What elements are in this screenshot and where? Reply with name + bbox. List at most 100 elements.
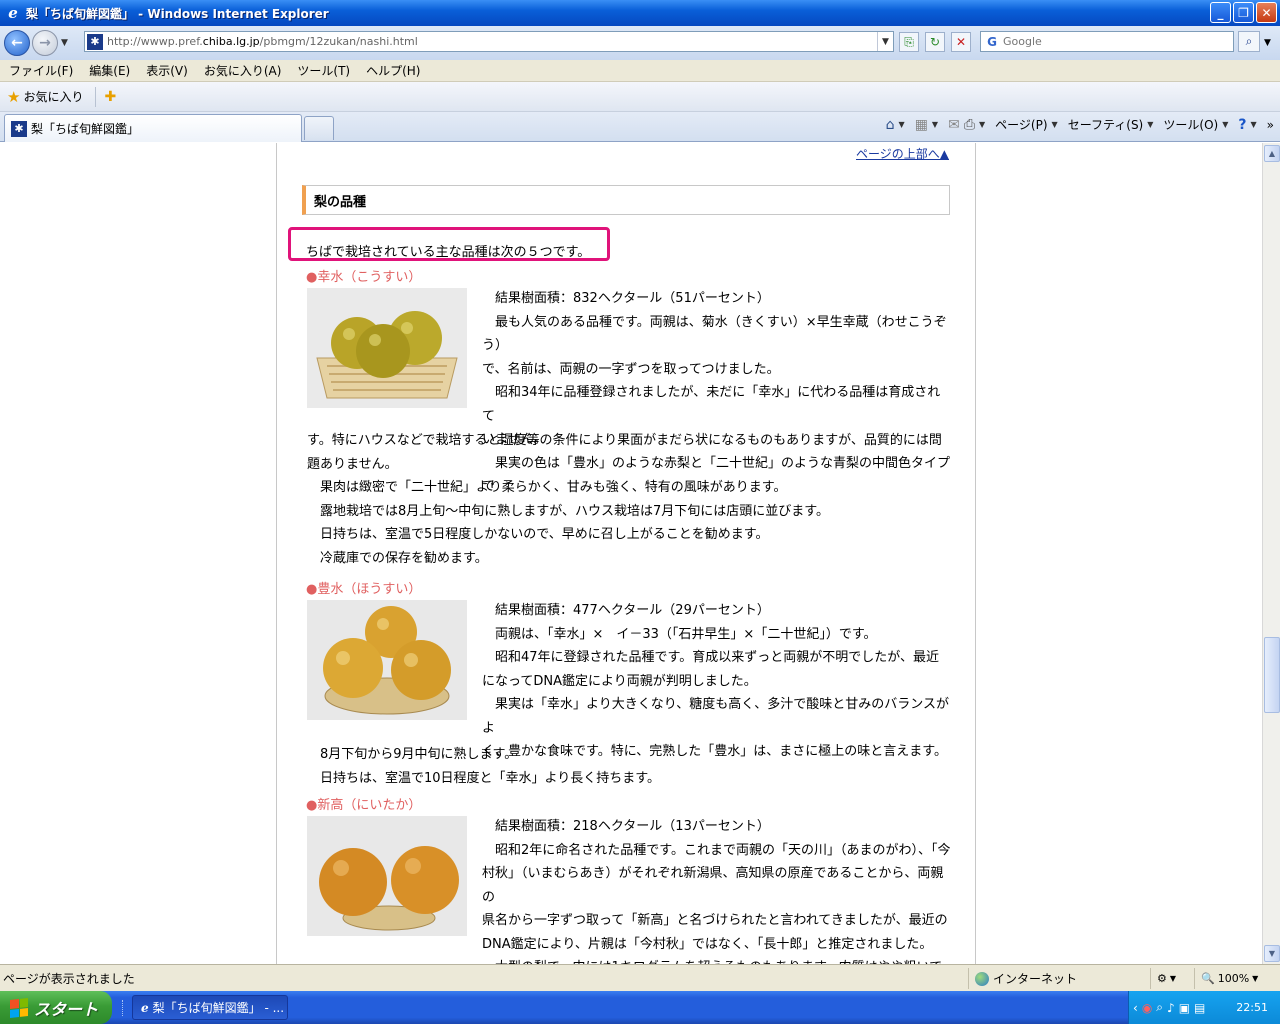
- title-bar: e 梨「ちば旬鮮図鑑」 - Windows Internet Explorer …: [0, 0, 1280, 26]
- mail-icon[interactable]: ✉: [948, 117, 960, 133]
- highlight-annotation: [288, 227, 610, 261]
- tab-nashi[interactable]: ✱ 梨「ちば旬鮮図鑑」: [4, 114, 302, 142]
- tray-display-icon[interactable]: ▤: [1194, 1001, 1205, 1015]
- menu-help[interactable]: ヘルプ(H): [366, 62, 420, 79]
- kousui-line-8: 題ありません。: [307, 456, 398, 472]
- variety-title-kousui: ●幸水（こうすい）: [306, 270, 422, 285]
- page-menu-button[interactable]: ページ(P): [995, 116, 1047, 133]
- back-button[interactable]: ←: [4, 30, 30, 56]
- minimize-button[interactable]: _: [1210, 2, 1231, 23]
- housui-line-2: 両親は、「幸水」× イ－33（「石井早生」×「二十世紀」）です。: [482, 626, 877, 642]
- site-favicon-icon: ✱: [87, 33, 103, 50]
- ie-task-icon: e: [141, 1000, 149, 1015]
- tray-volume-icon[interactable]: ♪: [1167, 1001, 1175, 1015]
- help-dropdown-icon[interactable]: ▼: [1251, 120, 1257, 129]
- safety-menu-dropdown-icon[interactable]: ▼: [1147, 120, 1153, 129]
- niitaka-line-1: 結果樹面積：218ヘクタール（13パーセント）: [482, 819, 770, 834]
- quick-launch-separator: [122, 1000, 124, 1016]
- protected-mode-dropdown-icon[interactable]: ▼: [1170, 974, 1176, 983]
- tools-menu-dropdown-icon[interactable]: ▼: [1222, 120, 1228, 129]
- url-text[interactable]: http://wwwp.pref.chiba.lg.jp/pbmgm/12zuk…: [107, 35, 877, 48]
- kousui-line-3: で、名前は、両親の一字ずつを取ってつけました。: [482, 361, 780, 377]
- search-input[interactable]: [1003, 35, 1223, 48]
- kousui-line-2: 最も人気のある品種です。両親は、菊水（きくすい）×早生幸蔵（わせこうぞう）: [482, 314, 947, 354]
- feeds-icon[interactable]: ▦: [915, 117, 928, 133]
- search-options-dropdown-icon[interactable]: ▼: [1264, 38, 1271, 48]
- kousui-line-9: 果肉は緻密で「二十世紀」より柔らかく、甘みも強く、特有の風味があります。: [307, 480, 787, 495]
- tray-network-icon[interactable]: ▣: [1179, 1001, 1190, 1015]
- kousui-line-4: 昭和34年に品種登録されましたが、未だに「幸水」に代わる品種は育成されて: [482, 385, 941, 424]
- kousui-line-12: 冷蔵庫での保存を勧めます。: [307, 550, 488, 566]
- kousui-line-1: 結果樹面積：832ヘクタール（51パーセント）: [482, 291, 770, 306]
- tray-expand-icon[interactable]: ‹: [1133, 1001, 1138, 1015]
- niitaka-line-6: 大型の梨で、中には1キログラムを超えるものもあります。肉質はやや粗いで: [482, 956, 952, 964]
- stop-icon[interactable]: ✕: [951, 32, 971, 52]
- taskbar: スタート e 梨「ちば旬鮮図鑑」 - ... ‹ ◉ ⌕ ♪ ▣ ▤ 22:51: [0, 991, 1280, 1024]
- scroll-thumb[interactable]: [1264, 637, 1280, 713]
- start-button[interactable]: スタート: [0, 991, 112, 1024]
- compatibility-view-icon[interactable]: ⎘: [899, 32, 919, 52]
- address-field[interactable]: ✱ http://wwwp.pref.chiba.lg.jp/pbmgm/12z…: [84, 31, 894, 52]
- page-menu-dropdown-icon[interactable]: ▼: [1052, 120, 1058, 129]
- refresh-icon[interactable]: ↻: [925, 32, 945, 52]
- favorites-separator: [95, 86, 97, 107]
- zoom-dropdown-icon[interactable]: ▼: [1252, 974, 1258, 983]
- ie-logo-icon: e: [8, 4, 18, 22]
- menu-view[interactable]: 表示(V): [146, 62, 188, 79]
- protected-mode[interactable]: ⚙ ▼: [1150, 968, 1176, 989]
- clock[interactable]: 22:51: [1236, 1001, 1268, 1014]
- safety-menu-button[interactable]: セーフティ(S): [1068, 116, 1144, 133]
- print-icon[interactable]: ⎙: [964, 117, 975, 133]
- protected-mode-icon: ⚙: [1157, 972, 1167, 985]
- maximize-button[interactable]: ❐: [1233, 2, 1254, 23]
- favorites-button[interactable]: お気に入り: [23, 88, 83, 105]
- menu-tools[interactable]: ツール(T): [297, 62, 350, 79]
- menu-bar: ファイル(F) 編集(E) 表示(V) お気に入り(A) ツール(T) ヘルプ(…: [0, 60, 1280, 82]
- housui-description: 結果樹面積：477ヘクタール（29パーセント） 両親は、「幸水」× イ－33（「…: [482, 599, 952, 764]
- window-controls: _ ❐ ✕: [1210, 2, 1277, 23]
- kousui-line-11: 日持ちは、室温で5日程度しかないので、早めに召し上がることを勧めます。: [307, 527, 769, 542]
- variety-title-housui: ●豊水（ほうすい）: [306, 582, 422, 597]
- zoom-icon: 🔍: [1201, 972, 1215, 985]
- status-bar: ページが表示されました インターネット ⚙ ▼ 🔍 100% ▼: [0, 964, 1280, 991]
- home-dropdown-icon[interactable]: ▼: [899, 120, 905, 129]
- vertical-scrollbar[interactable]: ▲ ▼: [1262, 143, 1280, 964]
- page-top-link[interactable]: ページの上部へ▲: [856, 145, 949, 162]
- tray-search-icon[interactable]: ⌕: [1156, 1000, 1163, 1015]
- favorites-bar: ★ お気に入り ✚: [0, 82, 1280, 112]
- menu-edit[interactable]: 編集(E): [89, 62, 130, 79]
- close-button[interactable]: ✕: [1256, 2, 1277, 23]
- variety-title-niitaka: ●新高（にいたか）: [306, 798, 422, 813]
- favorites-star-icon[interactable]: ★: [7, 88, 20, 106]
- housui-line-1: 結果樹面積：477ヘクタール（29パーセント）: [482, 603, 770, 618]
- search-box[interactable]: G: [980, 31, 1234, 52]
- add-to-favorites-bar-icon[interactable]: ✚: [104, 89, 116, 105]
- search-icon[interactable]: ⌕: [1238, 31, 1260, 52]
- new-tab-button[interactable]: [304, 116, 334, 140]
- tools-menu-button[interactable]: ツール(O): [1163, 116, 1218, 133]
- scroll-down-icon[interactable]: ▼: [1264, 945, 1280, 962]
- niitaka-line-2: 昭和2年に命名された品種です。これまで両親の「天の川」（あまのがわ）、「今: [482, 842, 951, 858]
- command-bar-overflow[interactable]: »: [1267, 118, 1274, 132]
- address-toolbar: ← → ▼ ✱ http://wwwp.pref.chiba.lg.jp/pbm…: [0, 26, 1280, 60]
- status-text: ページが表示されました: [3, 971, 135, 986]
- taskbar-item-ie[interactable]: e 梨「ちば旬鮮図鑑」 - ...: [132, 995, 288, 1020]
- security-zone[interactable]: インターネット: [968, 968, 1077, 989]
- feeds-dropdown-icon[interactable]: ▼: [932, 120, 938, 129]
- menu-file[interactable]: ファイル(F): [9, 62, 73, 79]
- forward-button[interactable]: →: [32, 30, 58, 56]
- zoom-control[interactable]: 🔍 100% ▼: [1194, 968, 1258, 989]
- page-content: ページの上部へ▲ 梨の品種 ちばで栽培されている主な品種は次の５つです。 ●幸水…: [0, 143, 1262, 964]
- print-dropdown-icon[interactable]: ▼: [979, 120, 985, 129]
- kousui-photo: [307, 288, 467, 408]
- recent-pages-dropdown-icon[interactable]: ▼: [61, 38, 68, 48]
- menu-favorites[interactable]: お気に入り(A): [204, 62, 282, 79]
- home-icon[interactable]: ⌂: [886, 117, 895, 133]
- address-dropdown-icon[interactable]: ▼: [877, 32, 893, 51]
- niitaka-line-5: DNA鑑定により、片親は「今村秋」ではなく、「長十郎」と推定されました。: [482, 936, 933, 952]
- help-icon[interactable]: ?: [1238, 117, 1246, 133]
- window-title: 梨「ちば旬鮮図鑑」 - Windows Internet Explorer: [26, 6, 329, 21]
- tray-app-icon[interactable]: ◉: [1142, 1001, 1152, 1015]
- housui-line-8: 日持ちは、室温で10日程度と「幸水」より長く持ちます。: [307, 770, 660, 786]
- scroll-up-icon[interactable]: ▲: [1264, 145, 1280, 162]
